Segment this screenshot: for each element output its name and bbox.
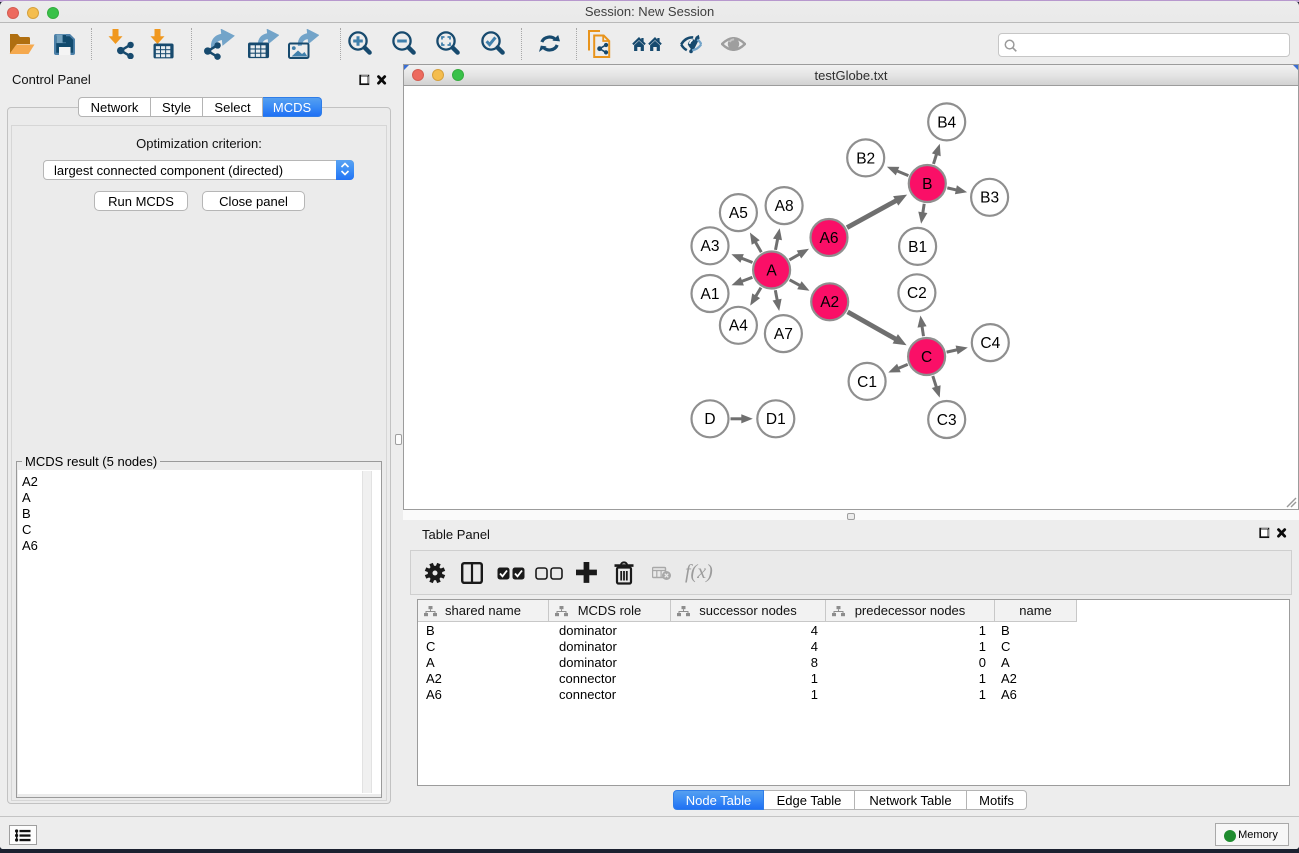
svg-text:B1: B1 bbox=[908, 239, 927, 256]
svg-text:A8: A8 bbox=[775, 198, 794, 215]
svg-text:C2: C2 bbox=[907, 285, 927, 302]
svg-text:D1: D1 bbox=[766, 411, 786, 428]
svg-text:B2: B2 bbox=[856, 150, 875, 167]
svg-text:f(x): f(x) bbox=[685, 562, 713, 583]
svg-text:C4: C4 bbox=[980, 335, 1000, 352]
svg-text:A4: A4 bbox=[729, 318, 748, 335]
svg-text:A6: A6 bbox=[820, 230, 839, 247]
svg-text:A: A bbox=[766, 262, 777, 279]
svg-text:A5: A5 bbox=[729, 205, 748, 222]
svg-text:A1: A1 bbox=[701, 286, 720, 303]
svg-text:B3: B3 bbox=[980, 190, 999, 207]
svg-text:C3: C3 bbox=[937, 412, 957, 429]
svg-text:A3: A3 bbox=[701, 238, 720, 255]
svg-text:B4: B4 bbox=[937, 114, 956, 131]
svg-text:A7: A7 bbox=[774, 326, 793, 343]
svg-text:C1: C1 bbox=[857, 374, 877, 391]
svg-text:D: D bbox=[704, 411, 715, 428]
svg-text:B: B bbox=[922, 176, 932, 193]
svg-text:A2: A2 bbox=[820, 294, 839, 311]
svg-text:C: C bbox=[921, 349, 932, 366]
